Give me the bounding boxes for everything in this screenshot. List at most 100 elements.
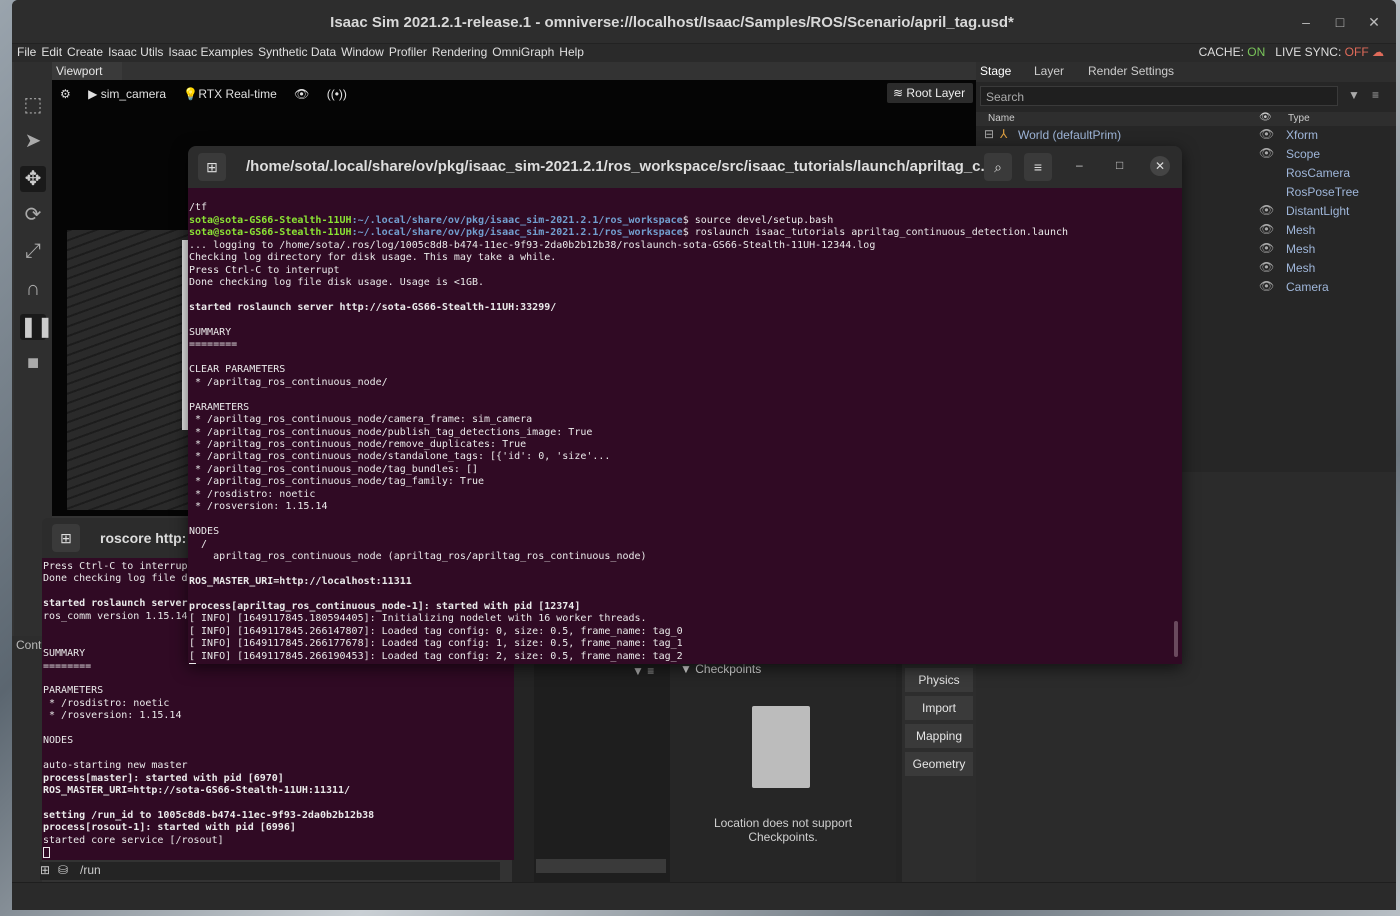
pointer-icon[interactable]: ➤ <box>20 128 46 154</box>
checkpoints-title: Checkpoints <box>695 662 762 676</box>
terminal-cursor <box>189 663 1181 664</box>
stage-search-input[interactable]: Search <box>980 86 1338 106</box>
scale-icon[interactable]: ⤢ <box>20 238 46 264</box>
close-icon[interactable]: ✕ <box>1366 14 1382 30</box>
terminal-line: process[apriltag_ros_continuous_node-1]:… <box>189 600 581 612</box>
minimize-icon[interactable]: – <box>1298 14 1314 30</box>
collapse-icon[interactable]: ⊟ <box>984 127 994 141</box>
terminal-line: * /rosversion: 1.15.14 <box>189 501 328 513</box>
add-icon[interactable]: ⊞ <box>40 863 50 877</box>
stage-row[interactable]: ⊟ ⅄ World (defaultPrim) 👁 Xform <box>976 126 1396 145</box>
menu-item-window[interactable]: Window <box>341 45 384 59</box>
terminal-line: * /rosdistro: noetic <box>43 697 170 709</box>
stage-row-type: DistantLight <box>1286 204 1350 218</box>
viewport-tab[interactable]: Viewport <box>52 62 122 80</box>
menu-item-file[interactable]: File <box>17 45 36 59</box>
new-tab-icon[interactable]: ⊞ <box>198 153 226 181</box>
checkpoints-header[interactable]: ▼ Checkpoints <box>680 662 761 676</box>
minimize-icon[interactable]: – <box>1076 158 1083 172</box>
drive-icon: ⛁ <box>58 863 69 877</box>
snap-icon[interactable]: ∩ <box>20 276 46 302</box>
menu-item-rendering[interactable]: Rendering <box>432 45 487 59</box>
terminal-line: * /apriltag_ros_continuous_node/publish_… <box>189 426 593 438</box>
document-icon <box>752 706 810 788</box>
pause-icon[interactable]: ❚❚ <box>20 314 54 340</box>
menu-item-isaac-examples[interactable]: Isaac Examples <box>168 45 253 59</box>
render-mode-label: RTX Real-time <box>198 87 277 101</box>
roslaunch-terminal-window: ⊞ /home/sota/.local/share/ov/pkg/isaac_s… <box>188 146 1182 664</box>
hamburger-menu-icon[interactable]: ≡ <box>1024 153 1052 181</box>
tab-layer[interactable]: Layer <box>1034 64 1064 78</box>
rotate-icon[interactable]: ⟳ <box>20 202 46 228</box>
terminal-scrollbar[interactable] <box>1174 621 1178 657</box>
terminal-line: setting /run_id to 1005c8d8-b474-11ec-9f… <box>43 809 375 821</box>
visibility-eye-icon[interactable]: 👁 <box>1259 146 1274 160</box>
move-icon[interactable]: ✥ <box>20 166 46 192</box>
sidebar-button-mapping[interactable]: Mapping <box>905 724 973 748</box>
terminal-line: * /apriltag_ros_continuous_node/ <box>189 376 388 388</box>
maximize-icon[interactable]: □ <box>1332 14 1348 30</box>
visibility-eye-icon[interactable]: 👁 <box>1259 241 1274 255</box>
prompt-user: sota@sota-GS66-Stealth-11UH <box>189 214 352 226</box>
visibility-eye-icon[interactable]: 👁 <box>1259 127 1274 141</box>
visibility-eye-icon[interactable]: 👁 <box>1259 279 1274 293</box>
menu-icon[interactable]: ≡ <box>1372 88 1379 102</box>
content-scrollbar[interactable] <box>536 859 666 873</box>
type-column-header: Type <box>1288 113 1310 124</box>
menu-item-edit[interactable]: Edit <box>41 45 62 59</box>
camera-selector[interactable]: ▶ sim_camera <box>88 87 166 101</box>
search-icon[interactable]: ⌕ <box>984 153 1012 181</box>
close-icon[interactable]: ✕ <box>1150 156 1170 176</box>
tab-stage[interactable]: Stage <box>980 64 1011 78</box>
menu-items: File Edit Create Isaac Utils Isaac Examples S… <box>17 45 589 59</box>
content-path[interactable]: /run <box>80 863 101 877</box>
terminal-output[interactable]: /tf sota@sota-GS66-Stealth-11UH:~/.local/… <box>188 188 1182 664</box>
terminal-line: process[rosout-1]: started with pid [699… <box>43 822 296 834</box>
menu-item-synthetic-data[interactable]: Synthetic Data <box>258 45 336 59</box>
stage-tabs: Stage Layer Render Settings <box>976 62 1396 82</box>
viewport-floor-grid <box>67 230 197 510</box>
stop-icon[interactable]: ■ <box>20 350 46 376</box>
terminal-line: PARAMETERS <box>189 401 250 413</box>
maximize-icon[interactable]: □ <box>1116 158 1123 172</box>
camera-label: sim_camera <box>100 87 167 101</box>
terminal-line: * /rosversion: 1.15.14 <box>43 710 182 722</box>
xform-icon: ⅄ <box>1000 127 1008 141</box>
tab-render-settings[interactable]: Render Settings <box>1088 64 1174 78</box>
visibility-eye-icon[interactable]: 👁 <box>1259 203 1274 217</box>
visibility-eye-icon[interactable]: 👁 <box>1259 260 1274 274</box>
terminal-titlebar: ⊞ /home/sota/.local/share/ov/pkg/isaac_s… <box>188 146 1182 188</box>
sidebar-button-import[interactable]: Import <box>905 696 973 720</box>
window-titlebar: Isaac Sim 2021.2.1-release.1 - omniverse… <box>12 0 1396 44</box>
eye-icon[interactable]: 👁 <box>294 87 309 101</box>
new-tab-icon[interactable]: ⊞ <box>52 524 80 552</box>
livesync-value[interactable]: OFF <box>1345 45 1369 59</box>
menu-item-isaac-utils[interactable]: Isaac Utils <box>108 45 163 59</box>
menu-item-omnigraph[interactable]: OmniGraph <box>492 45 554 59</box>
settings-icon[interactable]: ⚙ <box>60 87 71 101</box>
menu-item-profiler[interactable]: Profiler <box>389 45 427 59</box>
visibility-eye-icon[interactable]: 👁 <box>1259 222 1274 236</box>
console-tab[interactable]: Cont <box>16 638 41 652</box>
stage-row-type: RosCamera <box>1286 166 1351 180</box>
sidebar-button-physics[interactable]: Physics <box>905 668 973 692</box>
root-layer-button[interactable]: ≋ Root Layer <box>887 83 973 103</box>
content-filter-icon[interactable]: ▼ ≡ <box>632 664 654 678</box>
terminal-line: Done checking log file disk usage. Usage… <box>189 277 485 289</box>
menu-item-help[interactable]: Help <box>559 45 584 59</box>
camera-icon: ▶ <box>88 87 98 101</box>
stage-row-name: World (defaultPrim) <box>1018 128 1122 142</box>
stage-row-type: Xform <box>1286 128 1319 142</box>
menu-bar: File Edit Create Isaac Utils Isaac Examples S… <box>12 44 1396 62</box>
filter-icon[interactable]: ▼ <box>1348 88 1360 102</box>
select-mode-icon[interactable]: ⬚ <box>20 92 46 118</box>
menu-item-create[interactable]: Create <box>67 45 103 59</box>
broadcast-icon[interactable]: ((•)) <box>327 87 347 101</box>
terminal-line: started core service [/rosout] <box>43 834 224 846</box>
render-mode-selector[interactable]: 💡RTX Real-time <box>183 87 276 101</box>
console-strip: Cont <box>12 636 42 882</box>
sidebar-button-geometry[interactable]: Geometry <box>905 752 973 776</box>
